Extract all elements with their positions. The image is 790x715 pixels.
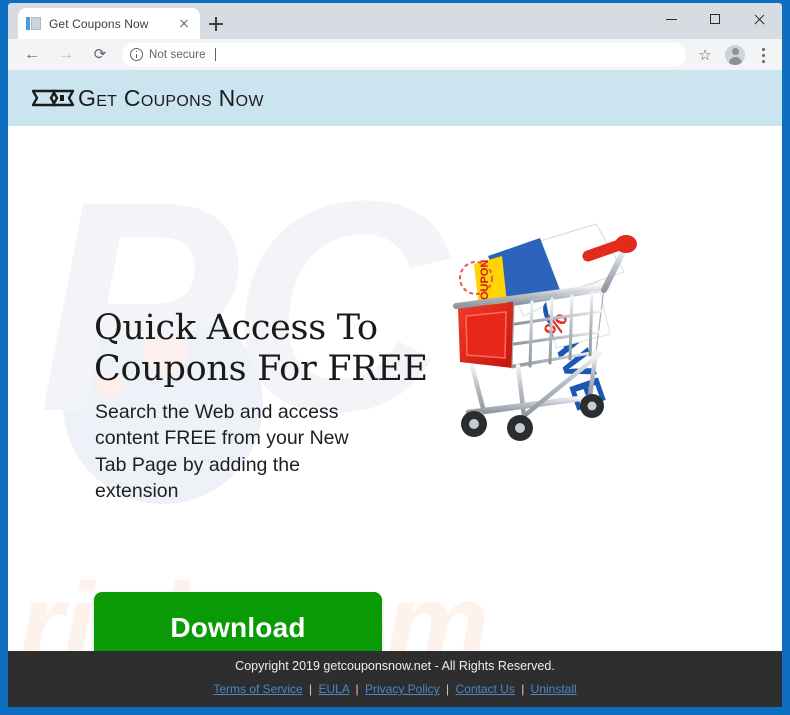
footer-separator-3: | [446, 682, 450, 696]
security-status-label: Not secure [149, 48, 206, 61]
site-footer: Copyright 2019 getcouponsnow.net - All R… [8, 651, 782, 707]
footer-separator-2: | [355, 682, 359, 696]
forward-button[interactable]: → [52, 41, 80, 69]
page-title: Quick Access To Coupons For FREE [94, 308, 428, 390]
window-close-button[interactable] [738, 3, 782, 35]
tab-close-icon[interactable] [176, 16, 192, 32]
tab-title: Get Coupons Now [49, 16, 149, 31]
footer-link-privacy-policy[interactable]: Privacy Policy [365, 682, 440, 696]
footer-copyright: Copyright 2019 getcouponsnow.net - All R… [235, 659, 555, 673]
footer-links: Terms of Service | EULA | Privacy Policy… [8, 682, 782, 696]
footer-separator-1: | [309, 682, 313, 696]
browser-toolbar: ← → ⟳ Not secure ☆ [8, 39, 782, 70]
browser-tab[interactable]: Get Coupons Now [18, 8, 200, 39]
hero-image-shopping-cart: SAVE COUPON % [428, 216, 668, 446]
browser-menu-icon[interactable] [752, 43, 774, 67]
new-tab-button[interactable] [206, 14, 226, 34]
browser-window-screenshot: Get Coupons Now ← → ⟳ Not secure ☆ Get C… [0, 0, 790, 715]
url-text-caret [214, 48, 216, 61]
hero-section: PC risk.com [8, 126, 782, 651]
window-maximize-button[interactable] [694, 3, 738, 35]
coupon-ticket-icon [32, 89, 75, 107]
browser-chrome: Get Coupons Now ← → ⟳ Not secure ☆ [8, 3, 782, 70]
window-minimize-button[interactable] [650, 3, 694, 35]
site-logo-text: Get Coupons Now [78, 84, 264, 111]
footer-link-contact-us[interactable]: Contact Us [455, 682, 514, 696]
profile-avatar-icon[interactable] [725, 44, 745, 65]
footer-link-uninstall[interactable]: Uninstall [531, 682, 577, 696]
toolbar-actions: ☆ [692, 42, 782, 68]
reload-icon: ⟳ [93, 46, 107, 63]
window-controls [650, 3, 782, 35]
bookmark-star-icon[interactable]: ☆ [692, 42, 718, 68]
back-arrow-icon: ← [24, 45, 40, 63]
address-bar[interactable]: Not secure [122, 42, 686, 67]
reload-button[interactable]: ⟳ [86, 41, 114, 69]
tab-favicon-icon [26, 16, 41, 31]
page-viewport: Get Coupons Now PC risk.com [8, 70, 782, 707]
site-header: Get Coupons Now [8, 70, 782, 126]
back-button[interactable]: ← [18, 41, 46, 69]
hero-subheading: Search the Web and access content FREE f… [95, 401, 349, 502]
footer-link-eula[interactable]: EULA [318, 682, 349, 696]
tab-strip: Get Coupons Now [8, 3, 782, 39]
footer-link-terms-of-service[interactable]: Terms of Service [213, 682, 302, 696]
footer-separator-4: | [521, 682, 525, 696]
download-button-label: Download [170, 612, 306, 643]
not-secure-info-icon[interactable] [130, 48, 143, 61]
forward-arrow-icon: → [58, 45, 74, 63]
download-button[interactable]: Download [94, 592, 382, 651]
